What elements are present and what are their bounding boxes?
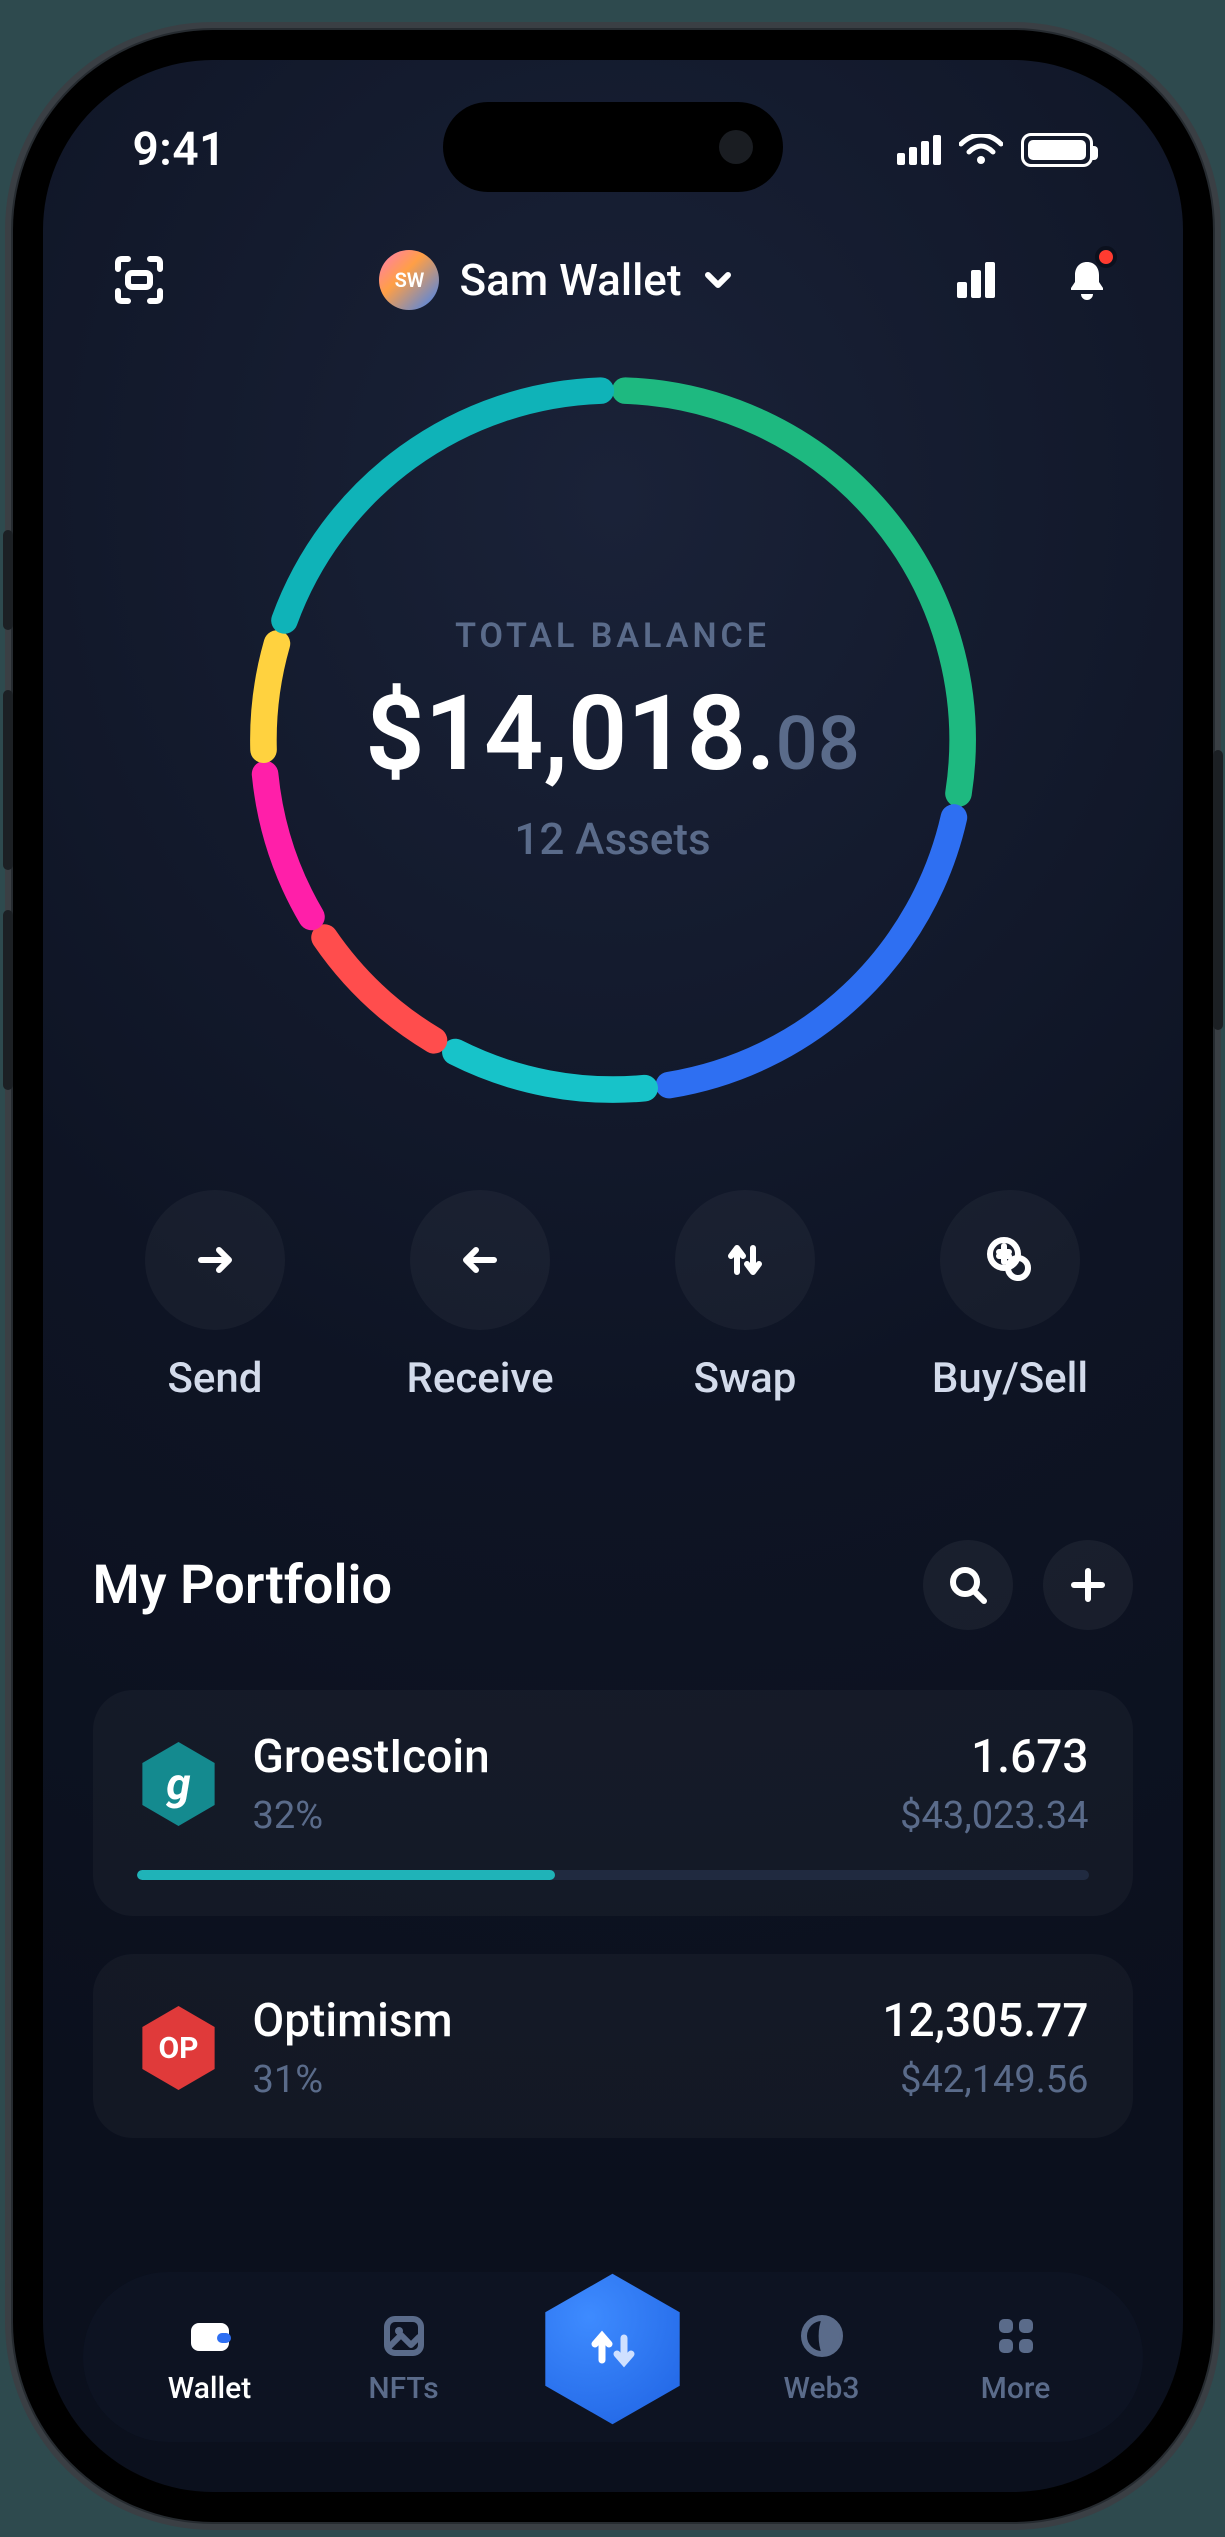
avatar-initials: SW [395, 268, 425, 292]
coin-icon: OP [137, 2006, 221, 2090]
bottom-nav: Wallet NFTs [83, 2272, 1143, 2442]
swap-icon [578, 2314, 648, 2384]
scan-icon [112, 253, 166, 307]
asset-progress [137, 1870, 1089, 1880]
balance-cents: 08 [776, 701, 860, 788]
portfolio-title: My Portfolio [93, 1554, 393, 1617]
cellular-icon [897, 135, 941, 165]
nav-nfts[interactable]: NFTs [334, 2309, 474, 2406]
app-header: SW Sam Wallet [43, 220, 1183, 340]
image-icon [377, 2309, 431, 2363]
camera-dot [719, 130, 753, 164]
phone-frame: 9:41 SW [13, 30, 1213, 2522]
search-icon [946, 1563, 990, 1607]
total-balance-value: $14,018.08 [365, 674, 860, 795]
coins-icon [982, 1232, 1038, 1288]
notifications-button[interactable] [1051, 244, 1123, 316]
notification-dot [1095, 246, 1117, 268]
bar-chart-icon [951, 256, 999, 304]
nav-wallet[interactable]: Wallet [140, 2309, 280, 2406]
add-button[interactable] [1043, 1540, 1133, 1630]
asset-amount: 12,305.77 [882, 1994, 1088, 2048]
search-button[interactable] [923, 1540, 1013, 1630]
balance-currency: $ [365, 674, 424, 795]
chevron-down-icon [702, 264, 734, 296]
asset-name: GroestIcoin [253, 1730, 490, 1784]
plus-icon [1066, 1563, 1110, 1607]
asset-name: Optimism [253, 1994, 453, 2048]
send-button[interactable]: Send [105, 1190, 325, 1403]
balance-center: TOTAL BALANCE $14,018.08 12 Assets [233, 360, 993, 1120]
dynamic-island [443, 102, 783, 192]
arrow-right-icon [187, 1232, 243, 1288]
arrow-left-icon [452, 1232, 508, 1288]
wallet-icon [183, 2309, 237, 2363]
wifi-icon [959, 134, 1003, 166]
asset-usd: $43,023.34 [900, 1794, 1088, 1838]
action-label: Buy/Sell [932, 1354, 1088, 1403]
avatar: SW [379, 250, 439, 310]
nav-more[interactable]: More [946, 2309, 1086, 2406]
swap-button[interactable]: Swap [635, 1190, 855, 1403]
balance-whole: 14,018. [425, 674, 776, 795]
action-label: Receive [406, 1354, 553, 1403]
nav-fab[interactable] [528, 2264, 698, 2434]
globe-icon [795, 2309, 849, 2363]
nav-label: Web3 [784, 2371, 860, 2406]
side-button [1213, 750, 1223, 1030]
nav-label: Wallet [168, 2371, 251, 2406]
coin-icon: g [137, 1742, 221, 1826]
wallet-name: Sam Wallet [459, 254, 681, 306]
total-balance-label: TOTAL BALANCE [455, 616, 770, 656]
scan-button[interactable] [103, 244, 175, 316]
grid-icon [989, 2309, 1043, 2363]
action-label: Swap [694, 1354, 797, 1403]
asset-pct: 31% [253, 2058, 453, 2102]
nav-label: NFTs [368, 2371, 438, 2406]
swap-icon [717, 1232, 773, 1288]
battery-icon [1021, 133, 1093, 167]
status-right [897, 133, 1093, 167]
asset-pct: 32% [253, 1794, 490, 1838]
stats-button[interactable] [939, 244, 1011, 316]
portfolio-section: My Portfolio [43, 1540, 1183, 2176]
side-button [3, 910, 13, 1090]
receive-button[interactable]: Receive [370, 1190, 590, 1403]
wallet-selector[interactable]: SW Sam Wallet [379, 250, 733, 310]
action-label: Send [168, 1354, 263, 1403]
balance-ring: TOTAL BALANCE $14,018.08 12 Assets [233, 360, 993, 1120]
screen: 9:41 SW [43, 60, 1183, 2492]
nav-web3[interactable]: Web3 [752, 2309, 892, 2406]
asset-row[interactable]: OP Optimism 31% 12,305.77 $42,149.56 [93, 1954, 1133, 2138]
asset-row[interactable]: g GroestIcoin 32% 1.673 $43,023.34 [93, 1690, 1133, 1916]
asset-usd: $42,149.56 [882, 2058, 1088, 2102]
assets-count: 12 Assets [514, 813, 710, 865]
side-button [3, 690, 13, 870]
status-time: 9:41 [133, 123, 226, 177]
asset-amount: 1.673 [900, 1730, 1088, 1784]
actions-row: Send Receive Swap [43, 1190, 1183, 1403]
side-button [3, 530, 13, 630]
nav-label: More [981, 2371, 1051, 2406]
buy-sell-button[interactable]: Buy/Sell [900, 1190, 1120, 1403]
